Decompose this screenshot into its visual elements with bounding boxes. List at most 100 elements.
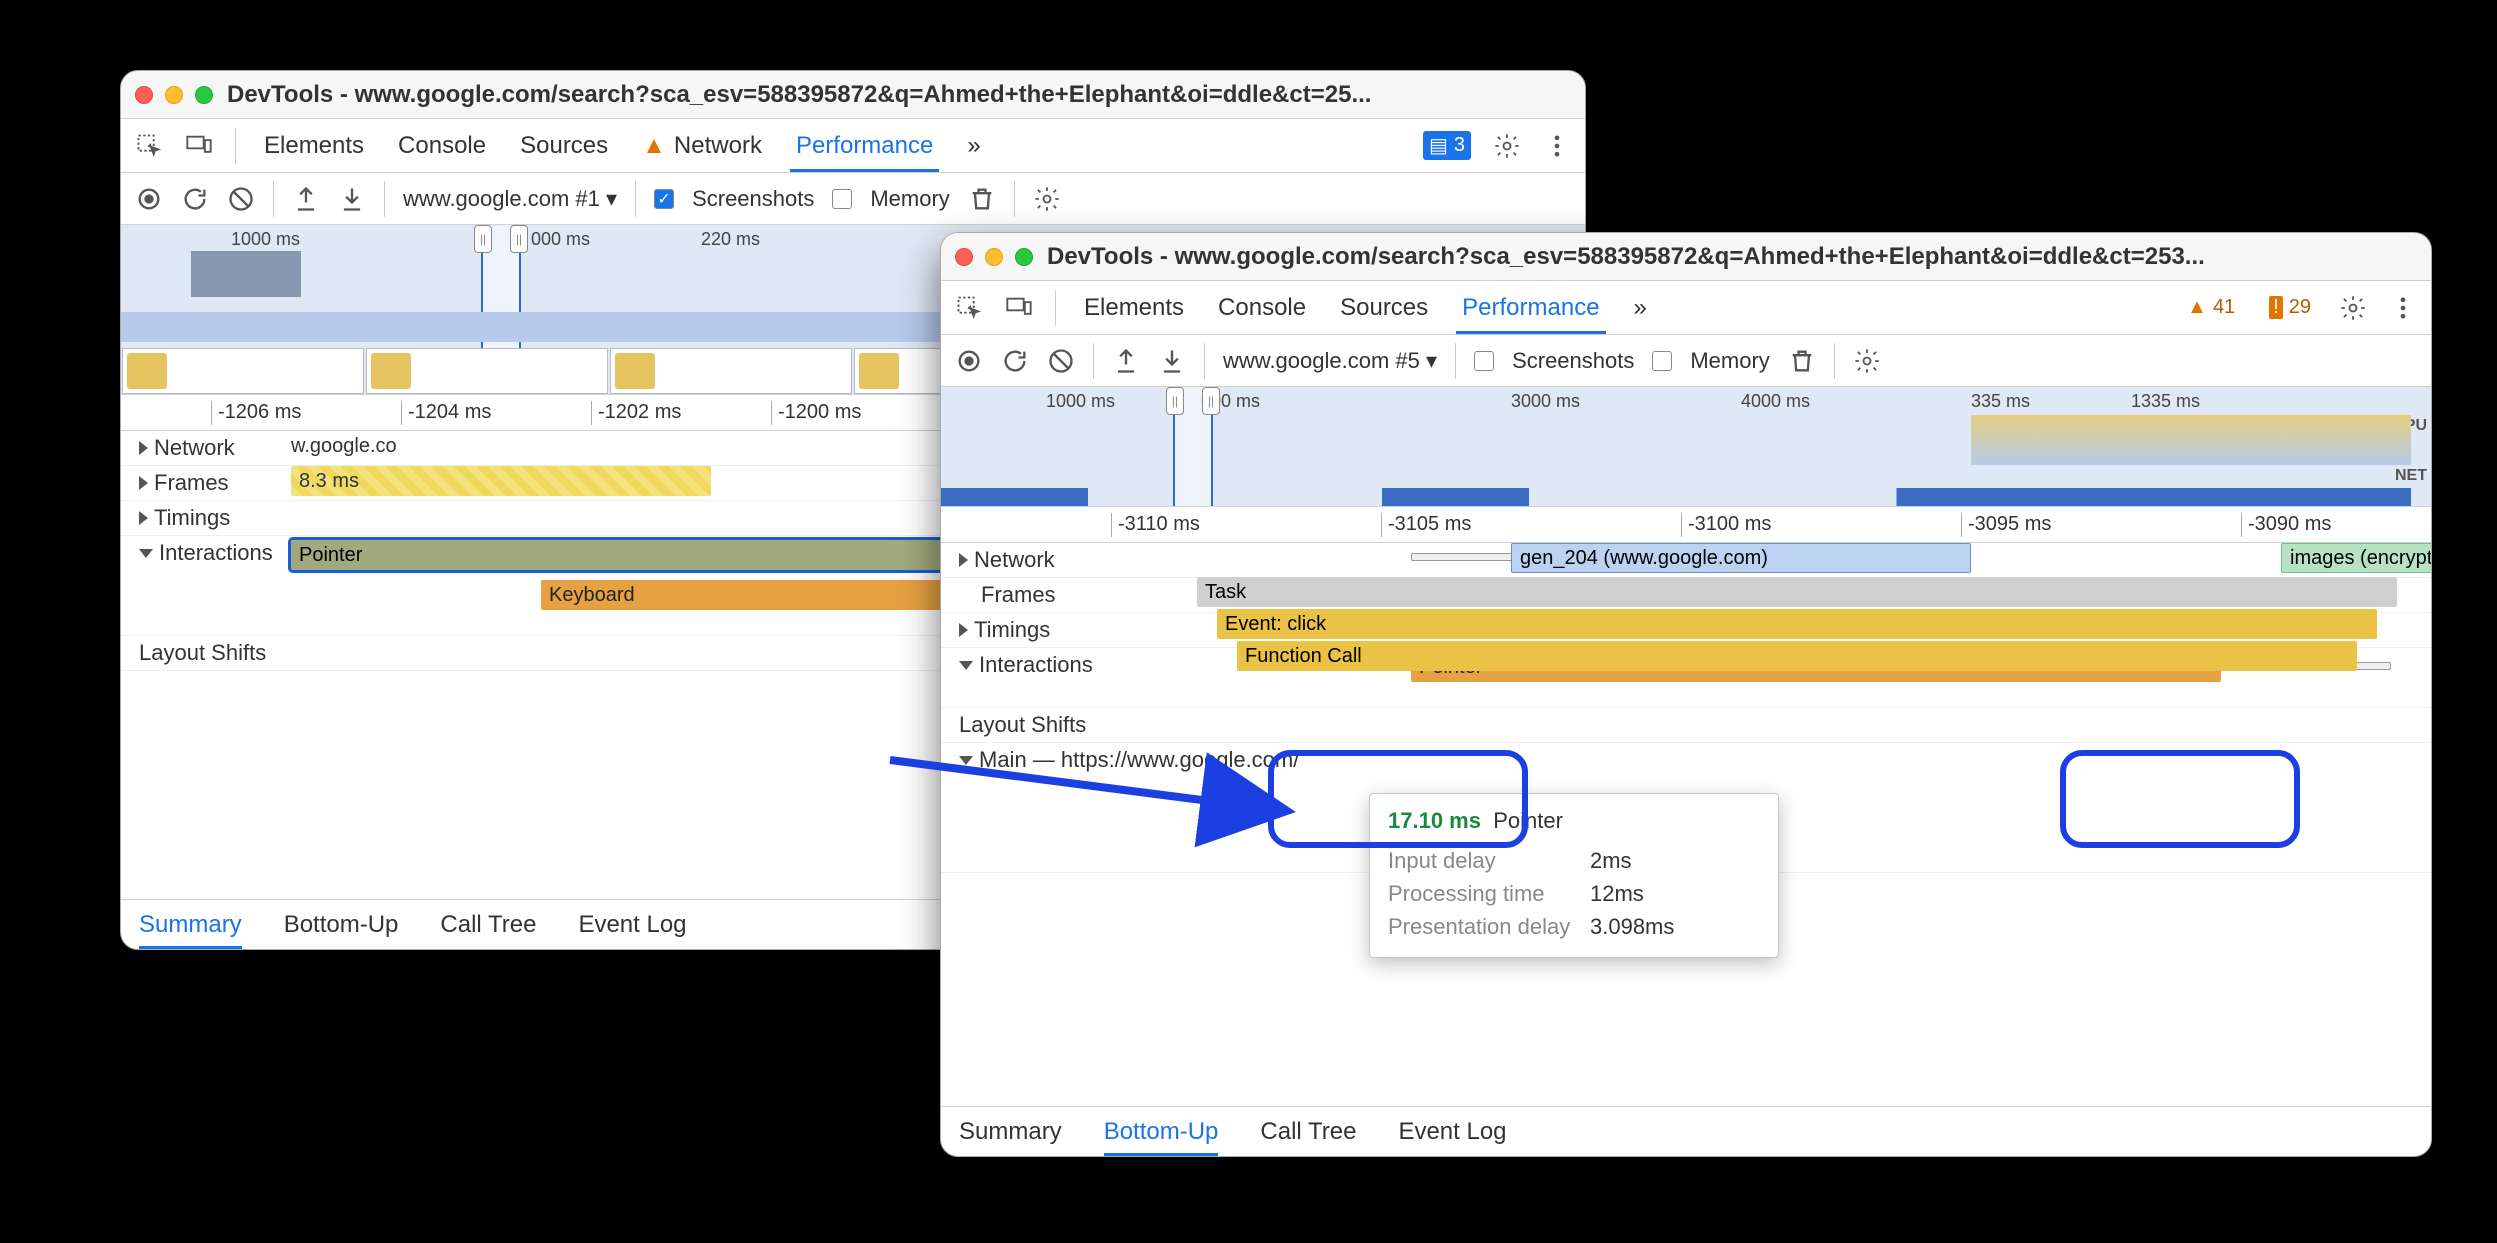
track-label: Interactions — [159, 540, 273, 566]
tab-network[interactable]: ▲ Network — [636, 132, 768, 160]
tab-elements[interactable]: Elements — [1078, 294, 1190, 322]
handle-left-icon[interactable] — [1166, 387, 1184, 415]
device-icon[interactable] — [1005, 294, 1033, 322]
track-interactions[interactable]: Interactions — [121, 536, 291, 570]
btab-summary[interactable]: Summary — [139, 911, 242, 939]
btab-bottomup[interactable]: Bottom-Up — [1104, 1118, 1219, 1146]
memory-checkbox[interactable] — [1652, 351, 1672, 371]
recording-select[interactable]: www.google.com #5 ▾ — [1223, 348, 1437, 374]
tooltip-name: Pointer — [1493, 808, 1563, 833]
clear-icon[interactable] — [227, 185, 255, 213]
gear-icon[interactable] — [2339, 294, 2367, 322]
network-item[interactable]: images (encrypted — [2281, 543, 2432, 573]
track-main[interactable]: Main — https://www.google.com/ — [941, 743, 1305, 777]
perf-overview[interactable]: 1000 ms 000 ms 3000 ms 4000 ms 335 ms 13… — [941, 387, 2431, 507]
screenshots-checkbox[interactable] — [1474, 351, 1494, 371]
download-icon[interactable] — [338, 185, 366, 213]
tab-console[interactable]: Console — [1212, 294, 1312, 322]
window-title: DevTools - www.google.com/search?sca_esv… — [227, 81, 1371, 109]
track-network[interactable]: Network — [941, 543, 1111, 577]
perf-toolbar: www.google.com #1 ▾ Screenshots Memory — [121, 173, 1585, 225]
disclosure-right-icon — [139, 511, 148, 525]
flame-task[interactable]: Task — [1197, 577, 2397, 607]
screenshots-checkbox[interactable] — [654, 189, 674, 209]
reload-icon[interactable] — [181, 185, 209, 213]
minimize-icon[interactable] — [165, 86, 183, 104]
trash-icon[interactable] — [968, 185, 996, 213]
panel-tabs: Elements Console Sources Performance » ▲… — [941, 281, 2431, 335]
frame-bar[interactable]: 8.3 ms — [291, 466, 711, 496]
handle-right-icon[interactable] — [510, 225, 528, 253]
track-timings[interactable]: Timings — [121, 501, 291, 535]
device-icon[interactable] — [185, 132, 213, 160]
close-icon[interactable] — [135, 86, 153, 104]
kebab-icon[interactable] — [2389, 294, 2417, 322]
btab-summary[interactable]: Summary — [959, 1118, 1062, 1146]
issues-badge[interactable]: !29 — [2263, 294, 2317, 321]
zoom-icon[interactable] — [1015, 248, 1033, 266]
track-interactions[interactable]: Interactions — [941, 648, 1111, 682]
network-item[interactable]: gen_204 (www.google.com) — [1511, 543, 1971, 573]
gear-icon[interactable] — [1493, 132, 1521, 160]
flame-event-click[interactable]: Event: click — [1217, 609, 2377, 639]
upload-icon[interactable] — [292, 185, 320, 213]
tab-performance[interactable]: Performance — [790, 132, 939, 160]
track-frames[interactable]: Frames — [121, 466, 291, 500]
screenshot-thumb[interactable] — [122, 348, 364, 394]
chat-badge[interactable]: ▤ 3 — [1423, 131, 1471, 160]
tab-sources[interactable]: Sources — [514, 132, 614, 160]
trash-icon[interactable] — [1788, 347, 1816, 375]
track-network[interactable]: Network — [121, 431, 291, 465]
btab-eventlog[interactable]: Event Log — [578, 911, 686, 939]
tab-elements[interactable]: Elements — [258, 132, 370, 160]
network-item-label: images (encrypted — [2290, 547, 2432, 570]
inspect-icon[interactable] — [955, 294, 983, 322]
record-icon[interactable] — [135, 185, 163, 213]
handle-left-icon[interactable] — [474, 225, 492, 253]
clear-icon[interactable] — [1047, 347, 1075, 375]
disclosure-down-icon — [959, 661, 973, 670]
download-icon[interactable] — [1158, 347, 1186, 375]
zoom-icon[interactable] — [195, 86, 213, 104]
ov-tick: 1335 ms — [2131, 391, 2200, 412]
minimize-icon[interactable] — [985, 248, 1003, 266]
flame-function-call[interactable]: Function Call — [1237, 641, 2357, 671]
screenshot-thumb[interactable] — [610, 348, 852, 394]
track-label: Interactions — [979, 652, 1093, 678]
time-ruler[interactable]: -3110 ms -3105 ms -3100 ms -3095 ms -309… — [941, 507, 2431, 543]
track-timings[interactable]: Timings — [941, 613, 1111, 647]
warning-badge[interactable]: ▲41 — [2181, 294, 2241, 321]
screenshot-thumb[interactable] — [366, 348, 608, 394]
handle-right-icon[interactable] — [1202, 387, 1220, 415]
btab-calltree[interactable]: Call Tree — [1260, 1118, 1356, 1146]
network-item[interactable]: w.google.co — [291, 435, 397, 458]
tab-console[interactable]: Console — [392, 132, 492, 160]
titlebar: DevTools - www.google.com/search?sca_esv… — [121, 71, 1585, 119]
tab-network-label: Network — [674, 132, 762, 160]
recording-select[interactable]: www.google.com #1 ▾ — [403, 186, 617, 212]
perf-toolbar: www.google.com #5 ▾ Screenshots Memory — [941, 335, 2431, 387]
track-layout-shifts[interactable]: Layout Shifts — [121, 636, 291, 670]
track-label: Timings — [154, 505, 230, 531]
tabs-overflow[interactable]: » — [961, 132, 986, 160]
tab-performance[interactable]: Performance — [1456, 294, 1605, 322]
chat-count: 3 — [1454, 134, 1465, 157]
gear-icon[interactable] — [1033, 185, 1061, 213]
chat-icon: ▤ — [1429, 133, 1448, 158]
tabs-overflow[interactable]: » — [1628, 294, 1653, 322]
close-icon[interactable] — [955, 248, 973, 266]
btab-eventlog[interactable]: Event Log — [1398, 1118, 1506, 1146]
btab-bottomup[interactable]: Bottom-Up — [284, 911, 399, 939]
upload-icon[interactable] — [1112, 347, 1140, 375]
memory-checkbox[interactable] — [832, 189, 852, 209]
btab-calltree[interactable]: Call Tree — [440, 911, 536, 939]
record-icon[interactable] — [955, 347, 983, 375]
bar-label: Function Call — [1245, 645, 1362, 668]
kebab-icon[interactable] — [1543, 132, 1571, 160]
reload-icon[interactable] — [1001, 347, 1029, 375]
panel-tabs: Elements Console Sources ▲ Network Perfo… — [121, 119, 1585, 173]
tab-sources[interactable]: Sources — [1334, 294, 1434, 322]
gear-icon[interactable] — [1853, 347, 1881, 375]
inspect-icon[interactable] — [135, 132, 163, 160]
track-layout-shifts[interactable]: Layout Shifts — [941, 708, 1111, 742]
